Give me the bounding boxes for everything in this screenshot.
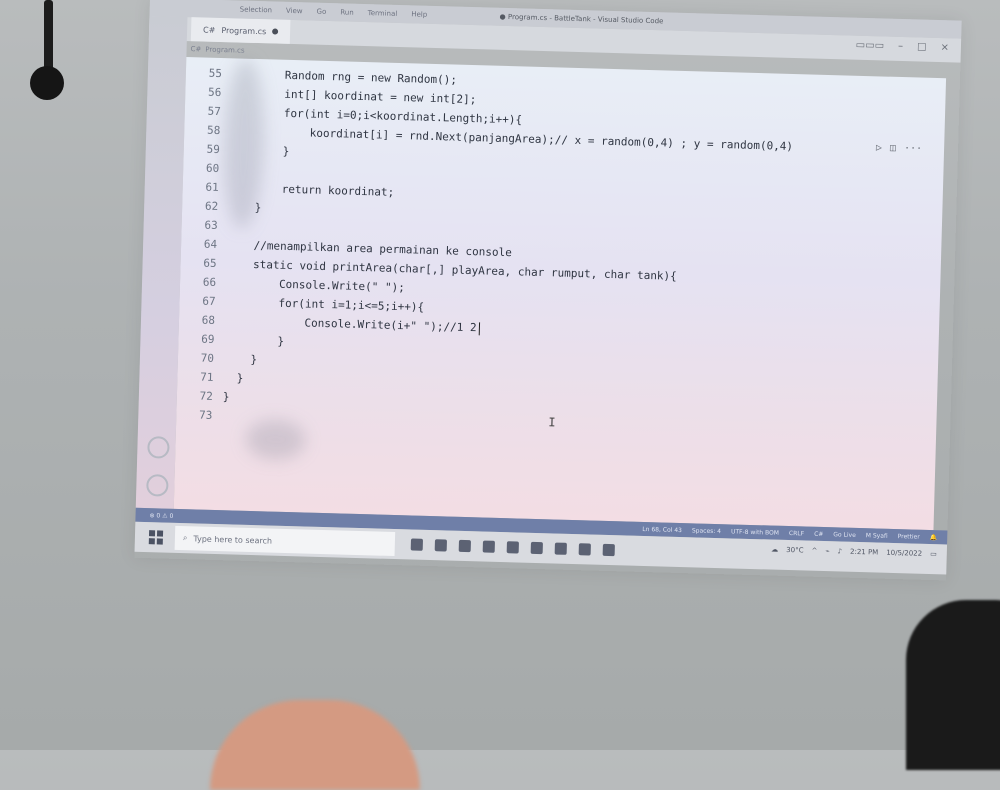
menu-item-selection[interactable]: Selection [240, 6, 272, 15]
csharp-file-icon: C# [203, 25, 216, 34]
line-number: 67 [179, 291, 216, 311]
code-line: 72} [177, 386, 230, 406]
status-spaces[interactable]: Spaces: 4 [692, 527, 721, 535]
projector-pole [44, 0, 53, 72]
status-language[interactable]: C# [814, 530, 823, 537]
line-number: 62 [182, 196, 219, 216]
system-tray: ☁ 30°C ^ ⌁ ♪ 2:21 PM 10/5/2022 ▭ [771, 546, 937, 559]
app-icon[interactable] [579, 543, 591, 555]
line-number: 64 [181, 234, 218, 254]
tray-chevron-icon[interactable]: ^ [811, 547, 817, 555]
status-cursor-position[interactable]: Ln 68, Col 43 [642, 525, 682, 533]
minimize-icon[interactable]: – [898, 41, 903, 52]
search-placeholder: Type here to search [193, 534, 272, 545]
line-number: 63 [181, 215, 218, 235]
taskbar-search-box[interactable]: ⌕ Type here to search [175, 526, 396, 556]
menu-item-terminal[interactable]: Terminal [368, 9, 398, 18]
clock-date[interactable]: 10/5/2022 [886, 549, 922, 558]
settings-gear-icon[interactable] [146, 474, 169, 497]
audience-head [906, 600, 1000, 770]
line-text: koordinat[i] = rnd.Next(panjangArea);// … [230, 124, 793, 153]
task-view-icon[interactable] [435, 539, 447, 551]
status-eol[interactable]: CRLF [789, 530, 804, 537]
unsaved-dot-icon[interactable] [272, 28, 278, 34]
line-number: 61 [182, 177, 219, 197]
notification-bell-icon[interactable]: 🔔 [930, 533, 938, 540]
status-user[interactable]: M Syafi [866, 532, 888, 540]
cortana-icon[interactable] [411, 538, 423, 550]
code-line: 63 [181, 215, 228, 235]
taskbar-app-icons [411, 538, 615, 556]
line-number: 55 [186, 63, 223, 83]
line-number: 71 [177, 367, 214, 387]
temperature[interactable]: 30°C [786, 546, 804, 554]
breadcrumb-label: Program.cs [205, 46, 244, 55]
line-text: } [224, 333, 284, 348]
menu-item-help[interactable]: Help [411, 10, 427, 18]
line-number: 66 [180, 272, 217, 292]
network-icon[interactable]: ⌁ [825, 547, 829, 555]
line-number: 57 [185, 101, 222, 121]
text-cursor [478, 322, 479, 335]
line-number: 59 [184, 139, 221, 159]
chrome-icon[interactable] [483, 541, 495, 553]
line-number: 60 [183, 158, 220, 178]
code-line: 70 } [178, 348, 258, 369]
remote-status-icon[interactable]: ⊗ 0 ⚠ 0 [149, 512, 173, 520]
line-number: 65 [180, 253, 217, 273]
app-icon[interactable] [555, 543, 567, 555]
projector-mount [30, 66, 64, 100]
editor-actions: ▷ ◫ ··· [876, 142, 922, 154]
windows-start-icon[interactable] [149, 530, 163, 544]
line-number: 58 [184, 120, 221, 140]
projected-screen: Selection View Go Run Terminal Help ● Pr… [134, 0, 961, 580]
menu-item-go[interactable]: Go [316, 8, 326, 16]
menu-item-view[interactable]: View [286, 7, 303, 15]
menu-item-run[interactable]: Run [340, 8, 354, 16]
window-title: ● Program.cs - BattleTank - Visual Studi… [500, 13, 664, 26]
clock-time[interactable]: 2:21 PM [850, 548, 878, 557]
browser-icon[interactable] [507, 541, 519, 553]
mouse-ibeam-icon: I [548, 415, 556, 429]
vscode-icon[interactable] [531, 542, 543, 554]
more-icon[interactable]: ··· [904, 143, 922, 155]
close-icon[interactable]: × [940, 42, 949, 53]
notifications-icon[interactable]: ▭ [930, 550, 937, 558]
file-explorer-icon[interactable] [459, 540, 471, 552]
code-editor[interactable]: ▷ ◫ ··· 55 Random rng = new Random(); 56… [174, 57, 946, 530]
code-line: 71 } [177, 367, 243, 388]
csharp-file-icon: C# [190, 45, 201, 53]
window-controls: ▭▭▭ – □ × [856, 40, 949, 54]
code-line: 60 [183, 158, 230, 178]
run-icon[interactable]: ▷ [876, 142, 882, 153]
audience-head [210, 700, 420, 790]
line-text: Console.Write(" "); [226, 276, 405, 294]
status-go-live[interactable]: Go Live [833, 531, 856, 539]
tab-label: Program.cs [221, 26, 266, 36]
tab-program-cs[interactable]: C# Program.cs [191, 17, 291, 44]
line-text: } [224, 352, 257, 366]
layout-icon[interactable]: ▭▭▭ [856, 40, 885, 52]
line-number: 70 [178, 348, 215, 368]
line-number: 73 [176, 405, 213, 425]
line-number: 69 [178, 329, 215, 349]
weather-icon[interactable]: ☁ [771, 546, 778, 554]
code-line: 73 [176, 405, 223, 425]
line-text: } [223, 390, 230, 403]
maximize-icon[interactable]: □ [917, 41, 927, 52]
status-prettier[interactable]: Prettier [898, 533, 920, 541]
status-encoding[interactable]: UTF-8 with BOM [731, 528, 779, 536]
account-icon[interactable] [147, 436, 170, 459]
line-number: 72 [177, 386, 214, 406]
line-text: } [223, 371, 243, 385]
line-number: 68 [179, 310, 216, 330]
app-icon[interactable] [603, 544, 615, 556]
search-icon: ⌕ [183, 533, 188, 543]
split-editor-icon[interactable]: ◫ [890, 143, 896, 154]
line-number: 56 [185, 82, 222, 102]
breadcrumb[interactable]: C# Program.cs [190, 41, 244, 59]
blur-smudge [245, 419, 306, 461]
line-text: for(int i=1;i<=5;i++){ [225, 295, 424, 314]
volume-icon[interactable]: ♪ [837, 547, 842, 555]
